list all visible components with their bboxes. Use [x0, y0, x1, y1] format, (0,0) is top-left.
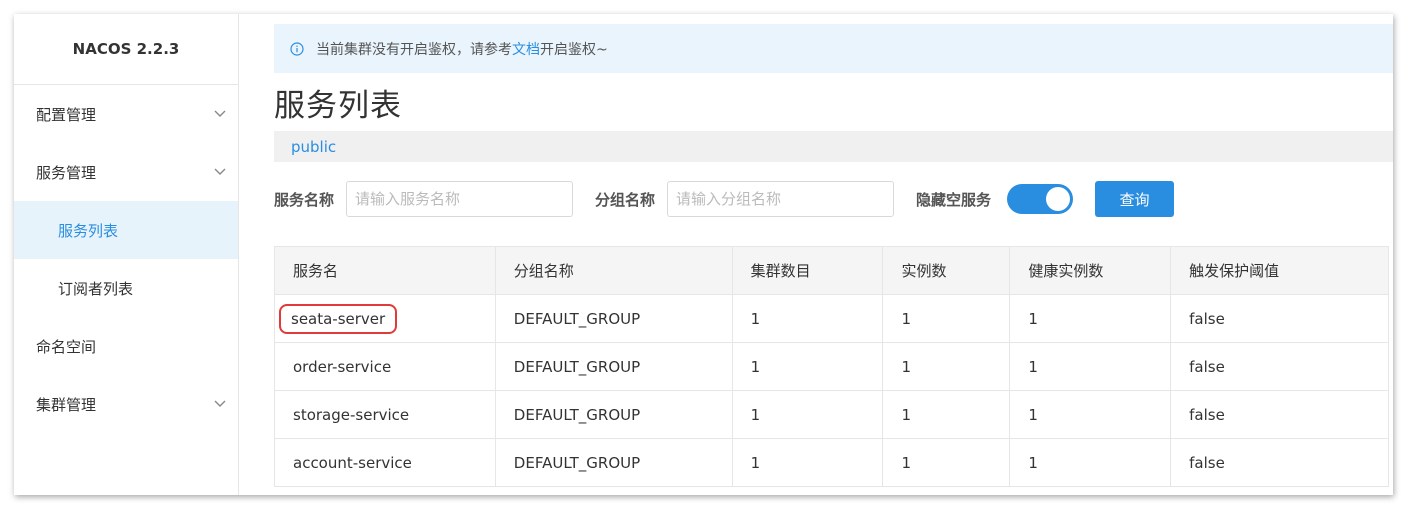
sidebar-item-config-management[interactable]: 配置管理: [14, 85, 238, 143]
auth-notice: 当前集群没有开启鉴权，请参考 文档 开启鉴权~: [274, 24, 1393, 73]
cell-healthy-count: 1: [1009, 390, 1172, 439]
service-name-input[interactable]: [346, 181, 574, 217]
cell-cluster-count: 1: [731, 438, 884, 487]
sidebar-item-service-management[interactable]: 服务管理: [14, 143, 238, 201]
cell-protect-threshold: false: [1170, 390, 1389, 439]
sidebar: NACOS 2.2.3 配置管理 服务管理 服务列表 订阅者列表 命名空间 集群…: [14, 14, 239, 495]
sidebar-item-cluster-management[interactable]: 集群管理: [14, 375, 238, 433]
group-name-label: 分组名称: [595, 190, 656, 209]
namespace-public[interactable]: public: [291, 138, 336, 156]
sidebar-item-label: 配置管理: [36, 105, 97, 124]
cell-cluster-count: 1: [731, 294, 884, 343]
col-header-instance-count: 实例数: [882, 246, 1011, 295]
cell-group-name: DEFAULT_GROUP: [494, 438, 733, 487]
hide-empty-toggle[interactable]: [1007, 184, 1074, 214]
cell-service-name: seata-server: [274, 294, 496, 343]
sidebar-item-label: 集群管理: [36, 395, 97, 414]
sidebar-item-label: 服务列表: [58, 221, 119, 240]
cell-service-name: storage-service: [274, 390, 496, 439]
cell-group-name: DEFAULT_GROUP: [494, 390, 733, 439]
sidebar-item-label: 订阅者列表: [58, 279, 134, 298]
cell-group-name: DEFAULT_GROUP: [494, 294, 733, 343]
cell-cluster-count: 1: [731, 342, 884, 391]
sidebar-item-subscriber-list[interactable]: 订阅者列表: [14, 259, 238, 317]
sidebar-item-namespace[interactable]: 命名空间: [14, 317, 238, 375]
notice-text: 当前集群没有开启鉴权，请参考: [316, 41, 512, 58]
cell-protect-threshold: false: [1170, 342, 1389, 391]
namespace-bar: public: [274, 131, 1393, 162]
cell-protect-threshold: false: [1170, 294, 1389, 343]
notice-text-after: 开启鉴权~: [540, 41, 608, 58]
group-name-input[interactable]: [667, 181, 895, 217]
chevron-down-icon: [214, 168, 226, 176]
cell-protect-threshold: false: [1170, 438, 1389, 487]
table-header-row: 服务名 分组名称 集群数目 实例数 健康实例数 触发保护阈值: [274, 246, 1389, 295]
col-header-healthy-count: 健康实例数: [1009, 246, 1172, 295]
col-header-service-name: 服务名: [274, 246, 496, 295]
filter-bar: 服务名称 分组名称 隐藏空服务 查询: [274, 181, 1393, 217]
cell-group-name: DEFAULT_GROUP: [494, 342, 733, 391]
table-row[interactable]: seata-server DEFAULT_GROUP 1 1 1 false: [274, 294, 1389, 343]
cell-service-name: account-service: [274, 438, 496, 487]
sidebar-item-label: 服务管理: [36, 163, 97, 182]
cell-instance-count: 1: [882, 294, 1011, 343]
col-header-protect-threshold: 触发保护阈值: [1170, 246, 1389, 295]
chevron-down-icon: [214, 400, 226, 408]
cell-healthy-count: 1: [1009, 342, 1172, 391]
app-window: NACOS 2.2.3 配置管理 服务管理 服务列表 订阅者列表 命名空间 集群…: [14, 14, 1393, 495]
cell-cluster-count: 1: [731, 390, 884, 439]
page-title: 服务列表: [274, 88, 402, 124]
cell-instance-count: 1: [882, 342, 1011, 391]
docs-link[interactable]: 文档: [512, 39, 540, 59]
cell-instance-count: 1: [882, 390, 1011, 439]
hide-empty-label: 隐藏空服务: [916, 190, 992, 209]
cell-healthy-count: 1: [1009, 438, 1172, 487]
sidebar-item-service-list[interactable]: 服务列表: [14, 201, 238, 259]
cell-service-name: order-service: [274, 342, 496, 391]
toggle-knob: [1046, 187, 1071, 211]
table-row[interactable]: storage-service DEFAULT_GROUP 1 1 1 fals…: [274, 390, 1389, 439]
sidebar-item-label: 命名空间: [36, 337, 97, 356]
table-row[interactable]: order-service DEFAULT_GROUP 1 1 1 false: [274, 342, 1389, 391]
service-table: 服务名 分组名称 集群数目 实例数 健康实例数 触发保护阈值 seata-ser…: [274, 246, 1393, 487]
query-button[interactable]: 查询: [1095, 181, 1175, 217]
service-name-label: 服务名称: [274, 190, 335, 209]
info-icon: [290, 41, 304, 56]
cell-healthy-count: 1: [1009, 294, 1172, 343]
brand-logo: NACOS 2.2.3: [14, 14, 238, 85]
cell-instance-count: 1: [882, 438, 1011, 487]
highlighted-service-name: seata-server: [279, 303, 398, 334]
col-header-cluster-count: 集群数目: [731, 246, 884, 295]
table-row[interactable]: account-service DEFAULT_GROUP 1 1 1 fals…: [274, 438, 1389, 487]
main-content: 当前集群没有开启鉴权，请参考文档开启鉴权~ 服务列表 public 服务名称 分…: [274, 14, 1393, 495]
col-header-group-name: 分组名称: [494, 246, 733, 295]
chevron-down-icon: [214, 110, 226, 118]
